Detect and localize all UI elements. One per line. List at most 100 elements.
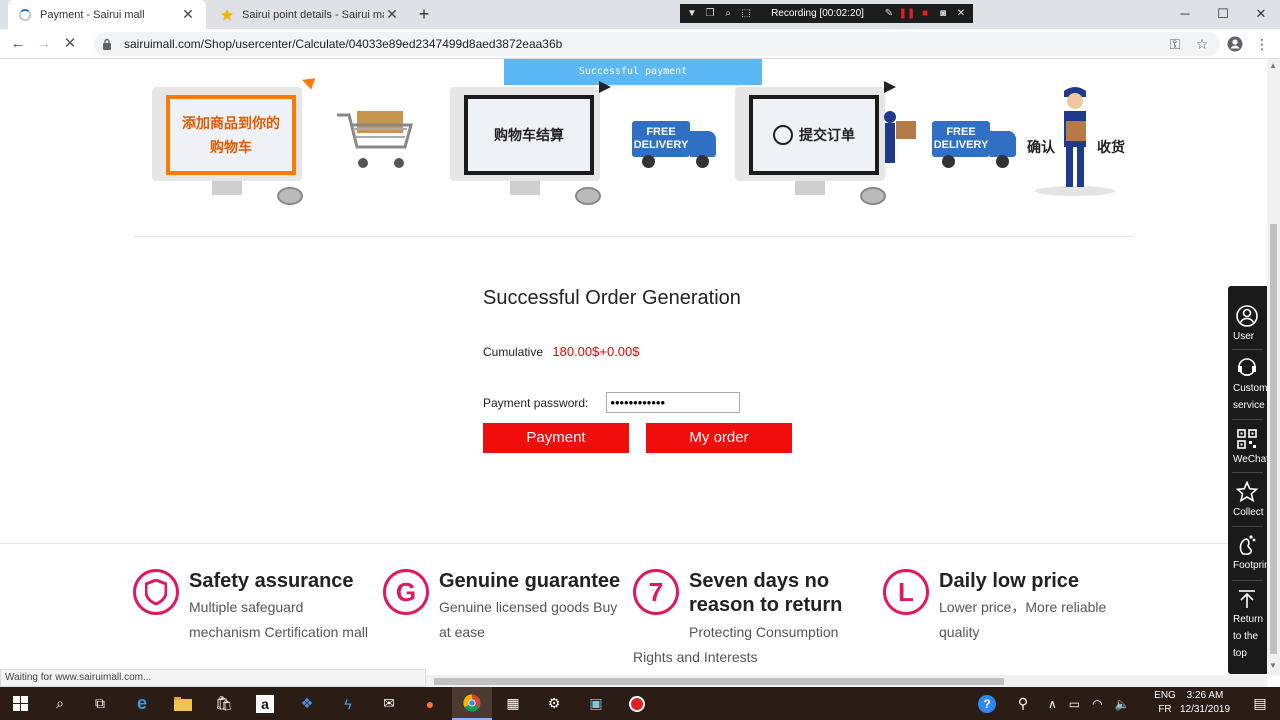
- browser-status-bar: Waiting for www.sairuimall.com...: [0, 669, 426, 687]
- step-label-receive: 收货: [1097, 139, 1125, 155]
- restore-icon[interactable]: ❐: [704, 8, 716, 20]
- feature-title: Genuine guarantee: [439, 570, 621, 592]
- remote-desktop-icon[interactable]: ▣: [576, 687, 616, 720]
- lock-icon: [102, 38, 116, 50]
- show-hidden-icons-icon[interactable]: ∧: [1048, 697, 1057, 711]
- stop-icon[interactable]: ■: [919, 8, 931, 20]
- notifications-icon[interactable]: ▤: [1240, 687, 1280, 720]
- settings-gear-icon[interactable]: ⚙: [534, 687, 574, 720]
- step-label: 提交订单: [749, 95, 879, 175]
- mail-icon[interactable]: ✉: [369, 687, 409, 720]
- windows-start-icon[interactable]: [0, 687, 40, 720]
- visual-studio-icon[interactable]: ϟ: [328, 687, 368, 720]
- chrome-icon[interactable]: [452, 687, 492, 720]
- tab-point-details[interactable]: Sairui point details - Sairui mall ✕: [210, 0, 410, 29]
- feature-desc: Rights and Interests: [633, 649, 758, 665]
- amazon-icon[interactable]: a: [245, 687, 285, 720]
- feature-desc: quality: [939, 624, 980, 640]
- store-icon[interactable]: 🛍: [204, 687, 244, 720]
- step-label: 购物车结算: [464, 95, 594, 175]
- sidebar-item-return-top[interactable]: Return to the top: [1228, 587, 1267, 662]
- scrollbar-thumb[interactable]: [434, 678, 1004, 685]
- tab-payment[interactable]: Payment - Sairui mall ✕: [8, 0, 206, 29]
- file-explorer-icon[interactable]: [163, 687, 203, 720]
- payment-password-input[interactable]: [606, 392, 741, 413]
- close-recorder-icon[interactable]: ✕: [955, 8, 967, 20]
- close-window-button[interactable]: ✕: [1242, 0, 1280, 29]
- feature-desc: mechanism Certification mall: [189, 624, 368, 640]
- camera-icon[interactable]: ◙: [937, 8, 949, 20]
- sidebar-item-customer-service[interactable]: Custom service: [1228, 356, 1267, 414]
- scroll-down-arrow-icon[interactable]: ▼: [1269, 661, 1277, 670]
- bookmark-star-icon[interactable]: ☆: [1192, 34, 1212, 54]
- free-delivery-truck-icon: FREE DELIVERY: [632, 117, 718, 169]
- maximize-button[interactable]: ☐: [1204, 0, 1242, 29]
- horizontal-scrollbar[interactable]: [426, 675, 1267, 687]
- search-icon[interactable]: ⌕: [40, 687, 80, 720]
- scroll-up-arrow-icon[interactable]: ▲: [1269, 61, 1277, 70]
- region-icon[interactable]: ⬚: [740, 8, 752, 20]
- l-badge-icon: L: [883, 569, 929, 615]
- calculator-icon[interactable]: ▦: [493, 687, 533, 720]
- sidebar-item-collect[interactable]: Collect: [1228, 480, 1267, 521]
- sidebar-divider: [1232, 349, 1263, 350]
- help-icon[interactable]: ?: [967, 687, 1007, 720]
- volume-icon[interactable]: 🔈: [1115, 697, 1130, 711]
- feature-desc: Genuine licensed goods Buy: [439, 599, 618, 615]
- g-badge-icon: G: [383, 569, 429, 615]
- stop-loading-button[interactable]: ✕: [60, 34, 80, 54]
- new-tab-button[interactable]: +: [414, 4, 434, 24]
- vertical-scrollbar[interactable]: ▲ ▼: [1267, 59, 1280, 675]
- step-monitor-checkout: 购物车结算: [450, 87, 600, 199]
- dropbox-icon[interactable]: ❖: [287, 687, 327, 720]
- minimize-button[interactable]: ─: [1166, 0, 1204, 29]
- back-button[interactable]: ←: [8, 34, 28, 54]
- sidebar-item-wechat[interactable]: WeChat: [1228, 427, 1267, 468]
- forward-button[interactable]: →: [34, 34, 54, 54]
- system-clock[interactable]: 3:26 AM 12/31/2019: [1170, 689, 1240, 717]
- feature-desc: Lower price，More reliable: [939, 599, 1107, 615]
- sidebar-divider: [1232, 580, 1263, 581]
- address-bar[interactable]: sairuimall.com/Shop/usercenter/Calculate…: [94, 32, 1220, 56]
- payment-button[interactable]: Payment: [483, 423, 629, 453]
- pen-icon[interactable]: ✎: [883, 8, 895, 20]
- sidebar-item-footprint[interactable]: Footprint: [1228, 533, 1267, 574]
- people-icon[interactable]: ⚲: [1003, 687, 1043, 720]
- arrow-icon: [301, 78, 316, 90]
- shield-badge-icon: [133, 569, 179, 615]
- key-icon[interactable]: ⚿: [1165, 34, 1185, 54]
- feature-title: Seven days no reason to return: [689, 570, 843, 616]
- browser-toolbar: ← → ✕ sairuimall.com/Shop/usercenter/Cal…: [0, 29, 1280, 59]
- close-tab-icon[interactable]: ✕: [180, 6, 196, 23]
- battery-icon[interactable]: ▭: [1069, 697, 1080, 711]
- my-order-button[interactable]: My order: [646, 423, 792, 453]
- action-buttons: Payment My order: [483, 423, 792, 453]
- zoom-icon[interactable]: ⌕: [722, 8, 734, 20]
- clock-icon: [773, 125, 793, 145]
- edge-browser-icon[interactable]: e: [122, 687, 162, 720]
- mouse-icon: [860, 187, 886, 205]
- network-icon[interactable]: ◠: [1092, 697, 1102, 711]
- profile-avatar-icon[interactable]: [1225, 34, 1245, 54]
- footer-divider: [0, 543, 1267, 544]
- mouse-icon: [277, 187, 303, 205]
- seven-badge-icon: 7: [633, 569, 679, 615]
- tab-title: Payment - Sairui mall: [40, 8, 145, 21]
- task-view-icon[interactable]: ⧉: [80, 687, 120, 720]
- close-tab-icon[interactable]: ✕: [384, 6, 400, 23]
- firefox-icon[interactable]: ●: [410, 687, 450, 720]
- menu-kebab-icon[interactable]: ⋮: [1252, 34, 1272, 54]
- loading-spinner-icon: [18, 8, 32, 22]
- pause-icon[interactable]: ❚❚: [899, 8, 916, 20]
- recording-timer: Recording [00:02:20]: [771, 8, 864, 19]
- screen-recorder-icon[interactable]: [617, 687, 657, 720]
- scrollbar-thumb[interactable]: [1270, 224, 1277, 654]
- dropdown-icon[interactable]: ▼: [686, 8, 698, 20]
- feature-desc: at ease: [439, 624, 485, 640]
- cumulative-amount: 180.00$+0.00$: [552, 344, 640, 359]
- sidebar-divider: [1232, 419, 1263, 420]
- feature-title: Daily low price: [939, 570, 1080, 592]
- headset-icon: [1234, 356, 1260, 380]
- shopping-cart-icon: [337, 111, 413, 168]
- sidebar-item-user[interactable]: User: [1228, 304, 1267, 345]
